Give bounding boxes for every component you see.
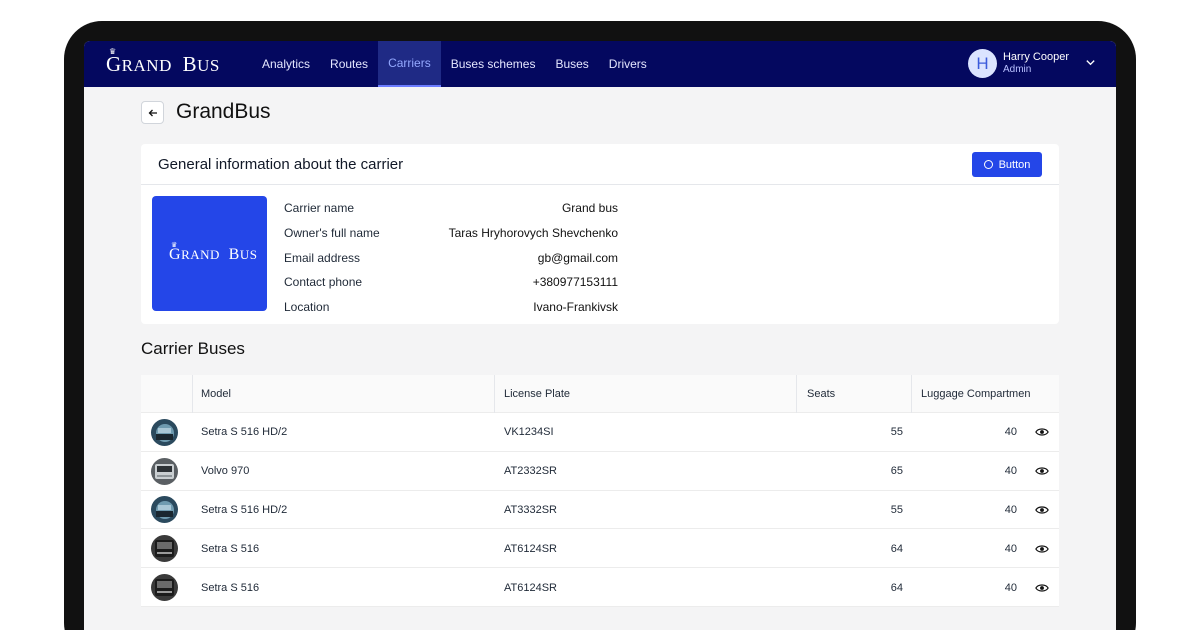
avatar: H bbox=[967, 49, 997, 78]
nav-item-analytics[interactable]: Analytics bbox=[252, 41, 320, 87]
table-header: Model License Plate Seats Luggage Compar… bbox=[141, 375, 1059, 413]
field-email: Email address gb@gmail.com bbox=[284, 245, 618, 270]
eye-icon[interactable] bbox=[1035, 413, 1049, 452]
cell-luggage: 40 bbox=[1004, 581, 1017, 594]
eye-icon[interactable] bbox=[1035, 568, 1049, 607]
cell-plate: AT6124SR bbox=[504, 542, 557, 555]
cell-luggage: 40 bbox=[1004, 503, 1017, 516]
card-header: General information about the carrier Bu… bbox=[141, 144, 1059, 185]
field-value: gb@gmail.com bbox=[537, 250, 618, 265]
cell-model: Setra S 516 bbox=[201, 581, 260, 594]
nav-item-buses-schemes[interactable]: Buses schemes bbox=[441, 41, 546, 87]
field-location: Location Ivano-Frankivsk bbox=[284, 295, 618, 320]
field-value: +380977153111 bbox=[532, 275, 618, 290]
bus-thumbnail bbox=[151, 568, 178, 607]
top-navigation-bar: ♛ GRAND BUS Analytics Routes Carriers Bu… bbox=[84, 41, 1116, 87]
table-row[interactable]: Setra S 516 AT6124SR 64 40 bbox=[141, 529, 1059, 569]
table-row[interactable]: Volvo 970 AT2332SR 65 40 bbox=[141, 452, 1059, 491]
table-row[interactable]: Setra S 516 HD/2 AT3332SR 55 40 bbox=[141, 491, 1059, 530]
cell-model: Setra S 516 HD/2 bbox=[201, 503, 288, 516]
bus-thumbnail bbox=[151, 529, 178, 568]
column-header-seats[interactable]: Seats bbox=[796, 375, 911, 413]
column-header-plate[interactable]: License Plate bbox=[494, 375, 796, 413]
crown-icon: ♛ bbox=[109, 47, 117, 56]
user-role: Admin bbox=[1002, 64, 1032, 75]
eye-icon[interactable] bbox=[1035, 491, 1049, 530]
app-screen: ♛ GRAND BUS Analytics Routes Carriers Bu… bbox=[84, 41, 1116, 630]
nav-item-routes[interactable]: Routes bbox=[320, 41, 378, 87]
cell-luggage: 40 bbox=[1004, 542, 1017, 555]
field-value: Taras Hryhorovych Shevchenko bbox=[448, 226, 618, 241]
cell-seats: 55 bbox=[890, 426, 903, 439]
user-name: Harry Cooper bbox=[1002, 51, 1069, 63]
cell-plate: AT6124SR bbox=[504, 581, 557, 594]
chevron-down-icon[interactable] bbox=[1085, 57, 1096, 71]
eye-icon[interactable] bbox=[1035, 529, 1049, 568]
cell-seats: 65 bbox=[890, 465, 903, 478]
field-label: Carrier name bbox=[284, 201, 355, 216]
carrier-logo-text: ♛ GRAND BUS bbox=[169, 241, 258, 263]
carrier-buses-title: Carrier Buses bbox=[141, 339, 245, 358]
carrier-logo: ♛ GRAND BUS bbox=[152, 196, 267, 311]
main-nav: Analytics Routes Carriers Buses schemes … bbox=[252, 41, 657, 87]
arrow-left-icon bbox=[148, 109, 157, 116]
field-owner-name: Owner's full name Taras Hryhorovych Shev… bbox=[284, 221, 618, 246]
field-label: Contact phone bbox=[284, 275, 363, 290]
cell-model: Setra S 516 bbox=[201, 542, 260, 555]
field-carrier-name: Carrier name Grand bus bbox=[284, 196, 618, 221]
back-button[interactable] bbox=[141, 101, 164, 124]
bus-thumbnail bbox=[151, 452, 178, 491]
table-row[interactable]: Setra S 516 AT6124SR 64 40 bbox=[141, 568, 1059, 607]
bus-thumbnail bbox=[151, 413, 178, 452]
cell-luggage: 40 bbox=[1004, 426, 1017, 439]
field-label: Location bbox=[284, 300, 330, 315]
cell-plate: AT2332SR bbox=[504, 465, 557, 478]
card-action-button[interactable]: Button bbox=[972, 152, 1042, 177]
column-header-luggage[interactable]: Luggage Compartmen bbox=[911, 375, 1031, 413]
cell-plate: VK1234SI bbox=[504, 426, 554, 439]
grand-bus-logo[interactable]: ♛ GRAND BUS bbox=[106, 47, 220, 77]
field-label: Owner's full name bbox=[284, 226, 380, 241]
cell-seats: 64 bbox=[890, 581, 903, 594]
cell-seats: 55 bbox=[890, 503, 903, 516]
field-value: Grand bus bbox=[561, 201, 618, 216]
buses-table: Model License Plate Seats Luggage Compar… bbox=[141, 375, 1059, 607]
cell-model: Volvo 970 bbox=[201, 465, 250, 478]
cell-luggage: 40 bbox=[1004, 465, 1017, 478]
cell-plate: AT3332SR bbox=[504, 503, 557, 516]
carrier-fields: Carrier name Grand bus Owner's full name… bbox=[284, 196, 618, 319]
nav-item-buses[interactable]: Buses bbox=[545, 41, 598, 87]
table-row[interactable]: Setra S 516 HD/2 VK1234SI 55 40 bbox=[141, 413, 1059, 452]
user-info: Harry Cooper Admin bbox=[1003, 51, 1069, 76]
cell-model: Setra S 516 HD/2 bbox=[201, 426, 288, 439]
carrier-info-card: General information about the carrier Bu… bbox=[141, 144, 1059, 324]
field-phone: Contact phone +380977153111 bbox=[284, 270, 618, 295]
column-header-model[interactable]: Model bbox=[192, 375, 494, 413]
crown-icon: ♛ bbox=[171, 241, 178, 249]
cell-seats: 64 bbox=[890, 542, 903, 555]
nav-item-carriers[interactable]: Carriers bbox=[378, 41, 441, 87]
field-label: Email address bbox=[284, 250, 361, 265]
page-title: GrandBus bbox=[176, 100, 271, 123]
card-title: General information about the carrier bbox=[158, 156, 404, 173]
user-menu[interactable]: H Harry Cooper Admin bbox=[967, 49, 1096, 78]
field-value: Ivano-Frankivsk bbox=[533, 300, 618, 315]
circle-icon bbox=[983, 160, 993, 169]
nav-item-drivers[interactable]: Drivers bbox=[599, 41, 657, 87]
bus-thumbnail bbox=[151, 491, 178, 530]
eye-icon[interactable] bbox=[1035, 452, 1049, 491]
